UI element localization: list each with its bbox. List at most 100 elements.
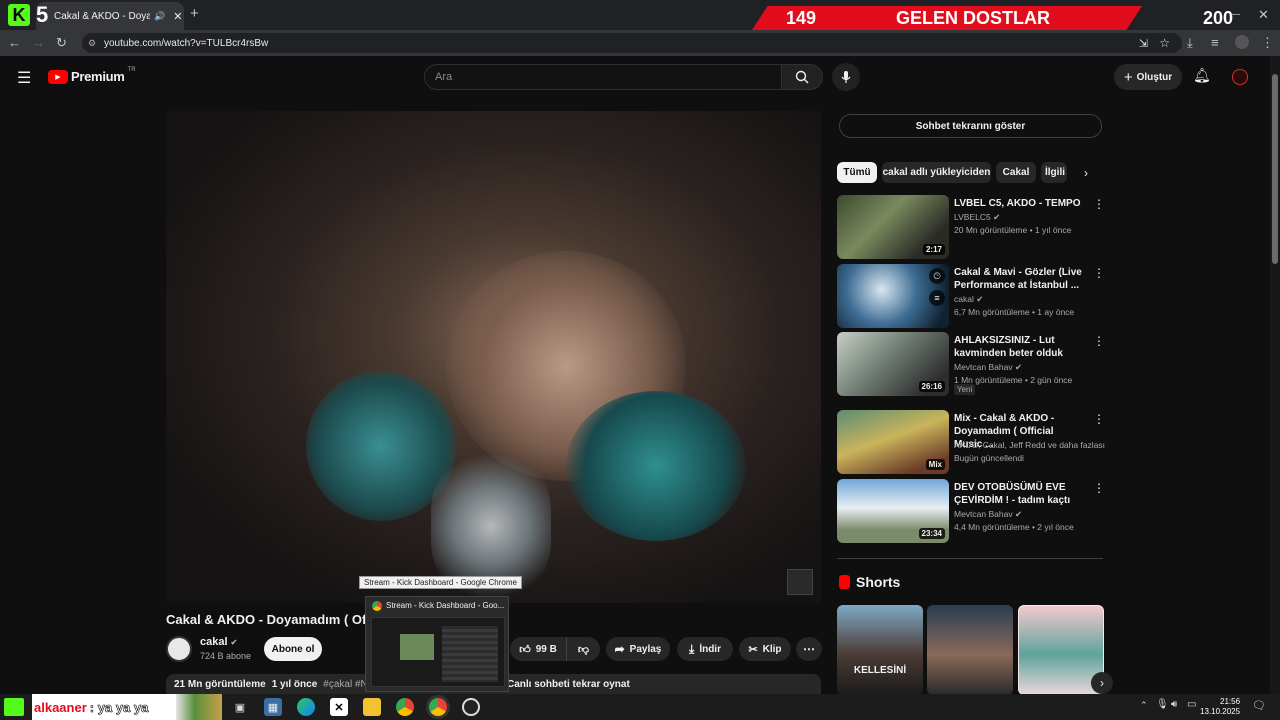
- taskbar-window-preview[interactable]: Stream - Kick Dashboard - Goo...: [365, 596, 509, 692]
- network-icon[interactable]: ▭: [1187, 699, 1196, 710]
- browser-tab[interactable]: Cakal & AKDO - Doyamadım 🔊 ✕: [36, 2, 184, 30]
- video-player[interactable]: [166, 111, 821, 603]
- share-button[interactable]: ➦ Paylaş: [606, 637, 670, 661]
- more-vertical-icon[interactable]: ⋮: [1093, 412, 1105, 426]
- microphone-tray-icon[interactable]: 🎙︎: [1156, 699, 1169, 710]
- obs-icon[interactable]: [462, 698, 480, 716]
- clock-date: 13.10.2025: [1200, 707, 1241, 716]
- channel-name[interactable]: cakal ✔: [200, 636, 237, 648]
- edge-icon[interactable]: [297, 698, 315, 716]
- recommendation-thumbnail: 2:17: [837, 195, 949, 259]
- youtube-logo[interactable]: ▶ Premium TR: [48, 67, 136, 84]
- tab-close-icon[interactable]: ✕: [173, 10, 182, 23]
- recommendation-item[interactable]: 2:17 LVBEL C5, AKDO - TEMPO LVBELC5 ✔ 20…: [837, 195, 1105, 259]
- profile-avatar[interactable]: [1235, 35, 1249, 49]
- recommendation-title: AHLAKSIZSINIZ - Lut kavminden beter oldu…: [954, 335, 1063, 359]
- search-button[interactable]: [781, 64, 823, 90]
- shorts-next-button[interactable]: ›: [1091, 672, 1113, 694]
- follower-goal-banner: 149 GELEN DOSTLAR: [752, 6, 1142, 30]
- download-button[interactable]: ⤓ İndir: [677, 637, 733, 661]
- subscribe-button[interactable]: Abone ol: [264, 637, 322, 661]
- preview-title: Stream - Kick Dashboard - Goo...: [386, 601, 505, 610]
- mix-badge: Mix: [925, 459, 945, 470]
- page-scrollbar[interactable]: [1270, 56, 1280, 694]
- forward-icon[interactable]: →: [32, 35, 45, 51]
- kick-viewer-count: 5: [36, 2, 49, 27]
- voice-search-button[interactable]: [832, 63, 860, 91]
- short-item[interactable]: KELLESİNİ: [837, 605, 923, 695]
- show-chat-replay-button[interactable]: Sohbet tekrarını göster: [839, 114, 1102, 138]
- chip-all[interactable]: Tümü: [837, 162, 877, 183]
- account-avatar[interactable]: [1232, 69, 1248, 85]
- duration-badge: 2:17: [922, 244, 945, 255]
- verified-icon: ✔: [1014, 509, 1023, 519]
- new-tab-icon[interactable]: +: [190, 6, 199, 22]
- downloads-icon[interactable]: ⤓: [1187, 35, 1193, 51]
- add-to-queue-icon[interactable]: ≡: [929, 290, 945, 306]
- dislike-button[interactable]: 👎︎: [566, 637, 600, 661]
- show-hidden-icons-icon[interactable]: ⌃: [1140, 700, 1148, 711]
- microsoft-store-icon[interactable]: ▦: [264, 698, 282, 716]
- banner-goal: 200: [1203, 8, 1234, 28]
- preview-thumbnail: [371, 617, 505, 687]
- close-window-icon[interactable]: ✕: [1258, 7, 1269, 23]
- chrome-profile-icon[interactable]: [429, 698, 447, 716]
- kick-chat-logo: [4, 698, 24, 716]
- channel-avatar[interactable]: [166, 636, 192, 662]
- more-actions-button[interactable]: ⋯: [796, 637, 822, 661]
- recommendation-item[interactable]: 26:16 AHLAKSIZSINIZ - Lut kavminden bete…: [837, 332, 1105, 396]
- file-explorer-icon[interactable]: [363, 698, 381, 716]
- notifications-bell-icon[interactable]: 🔔︎: [1193, 67, 1211, 84]
- short-item[interactable]: [927, 605, 1013, 695]
- tab-audio-icon[interactable]: 🔊: [154, 11, 165, 22]
- volume-icon[interactable]: 🔊︎: [1171, 699, 1177, 710]
- hamburger-menu-icon[interactable]: ☰: [17, 68, 31, 88]
- more-vertical-icon[interactable]: ⋮: [1093, 334, 1105, 348]
- back-icon[interactable]: ←: [8, 35, 21, 51]
- share-icon: ➦: [614, 642, 625, 656]
- notification-center-icon[interactable]: 🗨︎: [1252, 699, 1266, 712]
- search-input[interactable]: Ara: [424, 64, 782, 90]
- streamer-camera-overlay: [787, 569, 813, 595]
- capcut-icon[interactable]: ✕: [330, 698, 348, 716]
- create-button[interactable]: + Oluştur: [1114, 64, 1182, 90]
- recommendation-channel: LVBELC5 ✔: [954, 212, 1001, 222]
- window-tooltip: Stream - Kick Dashboard - Google Chrome: [359, 576, 522, 589]
- scrollbar-thumb[interactable]: [1272, 74, 1278, 264]
- clip-button[interactable]: ✂ Klip: [739, 637, 791, 661]
- microphone-icon: [841, 71, 851, 83]
- url-field[interactable]: ⚙ youtube.com/watch?v=TULBcr4rsBw ⇲ ☆: [82, 33, 1182, 53]
- search-icon: [795, 70, 809, 84]
- like-button[interactable]: 👍︎ 99 B: [510, 637, 566, 661]
- task-view-icon[interactable]: ▣: [231, 698, 249, 716]
- chip-cakal[interactable]: Cakal: [996, 162, 1036, 183]
- more-vertical-icon[interactable]: ⋮: [1093, 481, 1105, 495]
- more-vertical-icon[interactable]: ⋮: [1093, 197, 1105, 211]
- media-control-icon[interactable]: ≡: [1211, 35, 1219, 51]
- recommendation-meta: 20 Mn görüntüleme • 1 yıl önce: [954, 225, 1072, 235]
- install-icon[interactable]: ⇲: [1139, 37, 1148, 50]
- recommendation-item[interactable]: 🕒︎ ≡ Cakal & Mavi - Gözler (Live Perform…: [837, 264, 1105, 328]
- minimize-icon[interactable]: —: [1230, 7, 1240, 23]
- chat-message: : ya ya ya: [89, 699, 149, 715]
- thumbs-up-icon: 👍︎: [519, 643, 531, 656]
- chip-related[interactable]: İlgili: [1041, 162, 1067, 183]
- video-frame-jacket-right: [566, 391, 746, 541]
- reload-icon[interactable]: ↻: [56, 35, 67, 51]
- duration-badge: 23:34: [918, 528, 945, 539]
- more-vertical-icon[interactable]: ⋮: [1093, 266, 1105, 280]
- browser-menu-icon[interactable]: ⋮: [1261, 35, 1274, 51]
- system-clock[interactable]: 21:56 13.10.2025: [1200, 697, 1240, 717]
- chat-replay-link[interactable]: Canlı sohbeti tekrar oynat: [507, 679, 630, 690]
- recommendation-item[interactable]: 23:34 DEV OTOBÜSÜMÜ EVE ÇEVİRDİM ! - tad…: [837, 479, 1105, 543]
- recommendation-item[interactable]: Mix Mix - Cakal & AKDO - Doyamadım ( Off…: [837, 410, 1105, 474]
- chips-next-icon[interactable]: ›: [1084, 166, 1088, 180]
- chrome-icon[interactable]: [396, 698, 414, 716]
- recommendation-meta: 4,4 Mn görüntüleme • 2 yıl önce: [954, 522, 1074, 532]
- recommendation-title: LVBEL C5, AKDO - TEMPO: [954, 198, 1081, 209]
- recommendation-channel: AKDO, Cakal, Jeff Redd ve daha fazlası: [954, 440, 1106, 450]
- bookmark-icon[interactable]: ☆: [1159, 36, 1170, 50]
- chip-from-uploader[interactable]: cakal adlı yükleyiciden: [882, 162, 991, 183]
- site-info-icon[interactable]: ⚙: [88, 38, 96, 49]
- watch-later-icon[interactable]: 🕒︎: [929, 268, 945, 284]
